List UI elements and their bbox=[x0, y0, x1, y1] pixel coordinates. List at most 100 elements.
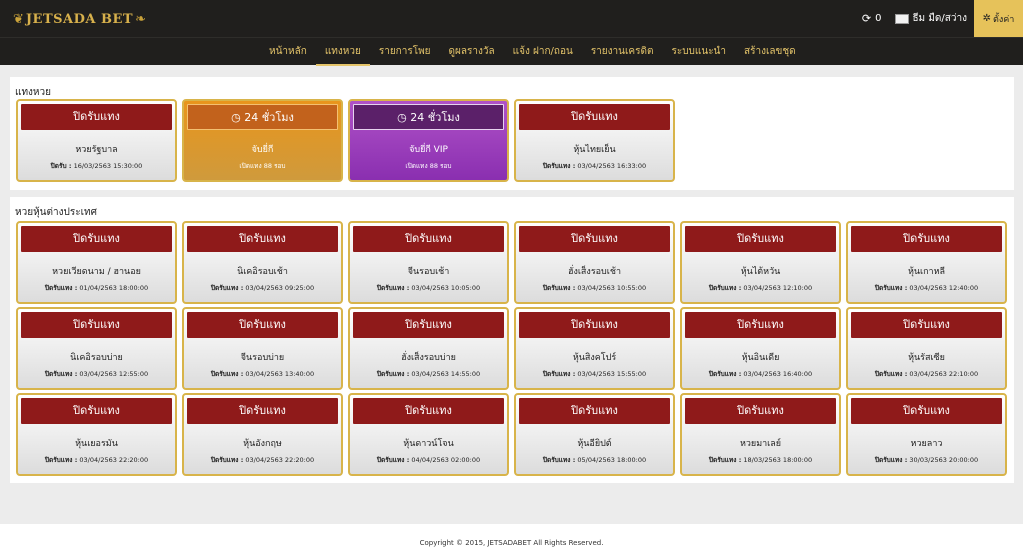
nav-items: หน้าหลัก แทงหวย รายการโพย ดูผลรางวัล แจ้ง ฝา… bbox=[260, 38, 805, 66]
card-status-button[interactable]: ปิดรับแทง bbox=[519, 104, 670, 130]
card-status-label: 24 ชั่วโมง bbox=[410, 111, 460, 124]
nav-item[interactable]: ดูผลรางวัล bbox=[440, 38, 504, 66]
lottery-card[interactable]: ปิดรับแทง ฮั่งเส็งรอบเช้า ปิดรับแทง : 03/0… bbox=[514, 221, 675, 304]
nav-item[interactable]: สร้างเลขชุด bbox=[735, 38, 805, 66]
close-time: เปิดแทง 88 รอบ bbox=[239, 162, 286, 170]
close-time: 03/04/2563 22:10:00 bbox=[909, 370, 979, 378]
theme-toggle[interactable]: ธีม มืด/สว่าง bbox=[895, 11, 967, 26]
card-name: หวยลาว bbox=[910, 439, 943, 449]
card-name: หุ้นอังกฤษ bbox=[243, 439, 282, 449]
close-time: 03/04/2563 12:10:00 bbox=[743, 284, 813, 292]
card-status-label: ปิดรับแทง bbox=[73, 404, 120, 417]
card-status-button[interactable]: ปิดรับแทง bbox=[685, 226, 836, 252]
card-close-info: ปิดรับแทง : 30/03/2563 20:00:00 bbox=[848, 455, 1005, 465]
card-status-button[interactable]: ปิดรับแทง bbox=[519, 226, 670, 252]
refresh-credit[interactable]: ⟳ 0 bbox=[862, 12, 882, 25]
nav-item[interactable]: รายการโพย bbox=[370, 38, 440, 66]
card-status-button[interactable]: ปิดรับแทง bbox=[21, 104, 172, 130]
close-time: 03/04/2563 13:40:00 bbox=[245, 370, 315, 378]
lottery-card[interactable]: ปิดรับแทง หุ้นเยอรมัน ปิดรับแทง : 03/04/25… bbox=[16, 393, 177, 476]
card-status-button[interactable]: ◷ 24 ชั่วโมง bbox=[187, 104, 338, 130]
section-title: แทงหวย bbox=[15, 87, 51, 98]
lottery-card[interactable]: ปิดรับแทงหุ้นดาวน์โจนปิดรับแทง : 04/04/2… bbox=[348, 393, 509, 476]
card-status-button[interactable]: ปิดรับแทง bbox=[21, 312, 172, 338]
lottery-card[interactable]: ปิดรับแทง หุ้นอังกฤษ ปิดรับแทง : 03/04/256… bbox=[182, 393, 343, 476]
close-time: 03/04/2563 10:05:00 bbox=[411, 284, 481, 292]
lottery-card[interactable]: ปิดรับแทง หุ้นรัสเซีย ปิดรับแทง : 03/04/25… bbox=[846, 307, 1007, 390]
card-close-info: ปิดรับแทง : 18/03/2563 18:00:00 bbox=[682, 455, 839, 465]
card-status-button[interactable]: ◷ 24 ชั่วโมง bbox=[353, 104, 504, 130]
card-status-label: ปิดรับแทง bbox=[73, 110, 120, 123]
card-name: นิเคอิรอบบ่าย bbox=[70, 353, 123, 363]
card-status-button[interactable]: ปิดรับแทง bbox=[851, 398, 1002, 424]
card-status-label: ปิดรับแทง bbox=[239, 404, 286, 417]
card-close-info: ปิดรับแทง : 04/04/2563 02:00:00 bbox=[350, 455, 507, 465]
logo[interactable]: ❦ JETSADA BET ❧ bbox=[13, 9, 146, 29]
lottery-card[interactable]: ปิดรับแทง จีนรอบบ่าย ปิดรับแทง : 03/04/256… bbox=[182, 307, 343, 390]
card-status-label: ปิดรับแทง bbox=[571, 404, 618, 417]
lottery-card[interactable]: ปิดรับแทง หวยรัฐบาล ปิดรับ : 16/03/2563 15… bbox=[16, 99, 177, 182]
card-status-button[interactable]: ปิดรับแทง bbox=[187, 226, 338, 252]
lottery-card[interactable]: ปิดรับแทง หวยเวียดนาม / ฮานอย ปิดรับแทง : … bbox=[16, 221, 177, 304]
section-lottery: แทงหวย ปิดรับแทง หวยรัฐบาล ปิดรับ : 16/03/… bbox=[10, 77, 1014, 190]
close-time: 03/04/2563 09:25:00 bbox=[245, 284, 315, 292]
card-status-button[interactable]: ปิดรับแทง bbox=[851, 226, 1002, 252]
card-name: หุ้นดาวน์โจน bbox=[403, 439, 454, 449]
section-foreign-stocks: หวยหุ้นต่างประเทศ ปิดรับแทง หวยเวียดนาม /… bbox=[10, 197, 1014, 483]
card-status-button[interactable]: ปิดรับแทง bbox=[187, 312, 338, 338]
card-status-label: ปิดรับแทง bbox=[571, 232, 618, 245]
lottery-card[interactable]: ปิดรับแทง หุ้นสิงคโปร์ ปิดรับแทง : 03/04/2… bbox=[514, 307, 675, 390]
settings-button[interactable]: ✲ ตั้งค่า bbox=[974, 0, 1023, 37]
card-status-label: ปิดรับแทง bbox=[903, 232, 950, 245]
nav-item[interactable]: แจ้ง ฝาก/ถอน bbox=[504, 38, 582, 66]
card-status-button[interactable]: ปิดรับแทง bbox=[187, 398, 338, 424]
card-status-button[interactable]: ปิดรับแทง bbox=[353, 398, 504, 424]
lottery-card[interactable]: ปิดรับแทง หุ้นไต้หวัน ปิดรับแทง : 03/04/25… bbox=[680, 221, 841, 304]
close-label: ปิดรับแทง : bbox=[44, 370, 78, 378]
lottery-card[interactable]: ปิดรับแทง หุ้นไทยเย็น ปิดรับแทง : 03/04/25… bbox=[514, 99, 675, 182]
close-label: ปิดรับแทง : bbox=[874, 284, 908, 292]
lottery-card[interactable]: ปิดรับแทงหวยลาวปิดรับแทง : 30/03/2563 20… bbox=[846, 393, 1007, 476]
lottery-card[interactable]: ◷ 24 ชั่วโมง จับยี่กี VIP เปิดแทง 88 รอบ bbox=[348, 99, 509, 182]
refresh-count: 0 bbox=[875, 13, 882, 24]
card-status-button[interactable]: ปิดรับแทง bbox=[519, 312, 670, 338]
card-status-button[interactable]: ปิดรับแทง bbox=[685, 312, 836, 338]
card-status-button[interactable]: ปิดรับแทง bbox=[519, 398, 670, 424]
card-status-button[interactable]: ปิดรับแทง bbox=[353, 312, 504, 338]
lottery-card[interactable]: ปิดรับแทง ฮั่งเส็งรอบบ่าย ปิดรับแทง : 03/0… bbox=[348, 307, 509, 390]
card-status-button[interactable]: ปิดรับแทง bbox=[685, 398, 836, 424]
card-status-button[interactable]: ปิดรับแทง bbox=[353, 226, 504, 252]
card-close-info: ปิดรับแทง : 03/04/2563 10:55:00 bbox=[516, 283, 673, 293]
lottery-card[interactable]: ปิดรับแทง นิเคอิรอบบ่าย ปิดรับแทง : 03/04/… bbox=[16, 307, 177, 390]
lottery-card[interactable]: ปิดรับแทง หุ้นเกาหลี ปิดรับแทง : 03/04/256… bbox=[846, 221, 1007, 304]
card-close-info: ปิดรับแทง : 01/04/2563 18:00:00 bbox=[18, 283, 175, 293]
close-label: ปิดรับแทง : bbox=[542, 370, 576, 378]
close-label: ปิดรับแทง : bbox=[874, 456, 908, 464]
nav-item[interactable]: แทงหวย bbox=[315, 38, 370, 66]
theme-swatch-icon bbox=[895, 13, 910, 24]
card-status-button[interactable]: ปิดรับแทง bbox=[21, 226, 172, 252]
lottery-card[interactable]: ปิดรับแทงหวยมาเลย์ปิดรับแทง : 18/03/2563… bbox=[680, 393, 841, 476]
close-label: ปิดรับแทง : bbox=[542, 162, 576, 170]
card-status-label: ปิดรับแทง bbox=[903, 318, 950, 331]
card-name: หุ้นไต้หวัน bbox=[740, 267, 781, 277]
close-label: ปิดรับแทง : bbox=[708, 370, 742, 378]
nav-item[interactable]: หน้าหลัก bbox=[260, 38, 316, 66]
nav-item[interactable]: ระบบแนะนำ bbox=[662, 38, 735, 66]
card-status-button[interactable]: ปิดรับแทง bbox=[851, 312, 1002, 338]
card-name: จีนรอบเช้า bbox=[407, 267, 450, 277]
lottery-card[interactable]: ปิดรับแทง หุ้นอินเดีย ปิดรับแทง : 03/04/25… bbox=[680, 307, 841, 390]
close-time: 03/04/2563 15:55:00 bbox=[577, 370, 647, 378]
card-name: หวยมาเลย์ bbox=[739, 439, 782, 449]
lottery-card[interactable]: ปิดรับแทงจีนรอบเช้าปิดรับแทง : 03/04/256… bbox=[348, 221, 509, 304]
card-name: นิเคอิรอบเช้า bbox=[237, 267, 288, 277]
lottery-card[interactable]: ◷ 24 ชั่วโมง จับยี่กี เปิดแทง 88 รอบ bbox=[182, 99, 343, 182]
close-time: 16/03/2563 15:30:00 bbox=[73, 162, 143, 170]
card-status-button[interactable]: ปิดรับแทง bbox=[21, 398, 172, 424]
lottery-card[interactable]: ปิดรับแทง หุ้นอียิปต์ ปิดรับแทง : 05/04/25… bbox=[514, 393, 675, 476]
close-label: ปิดรับแทง : bbox=[376, 284, 410, 292]
top-bar: ❦ JETSADA BET ❧ ⟳ 0 ธีม มืด/สว่าง ✲ ตั้ง… bbox=[0, 0, 1023, 37]
logo-wing-left-icon: ❦ bbox=[13, 11, 24, 27]
lottery-card[interactable]: ปิดรับแทง นิเคอิรอบเช้า ปิดรับแทง : 03/04/… bbox=[182, 221, 343, 304]
nav-item[interactable]: รายงานเครดิต bbox=[582, 38, 663, 66]
